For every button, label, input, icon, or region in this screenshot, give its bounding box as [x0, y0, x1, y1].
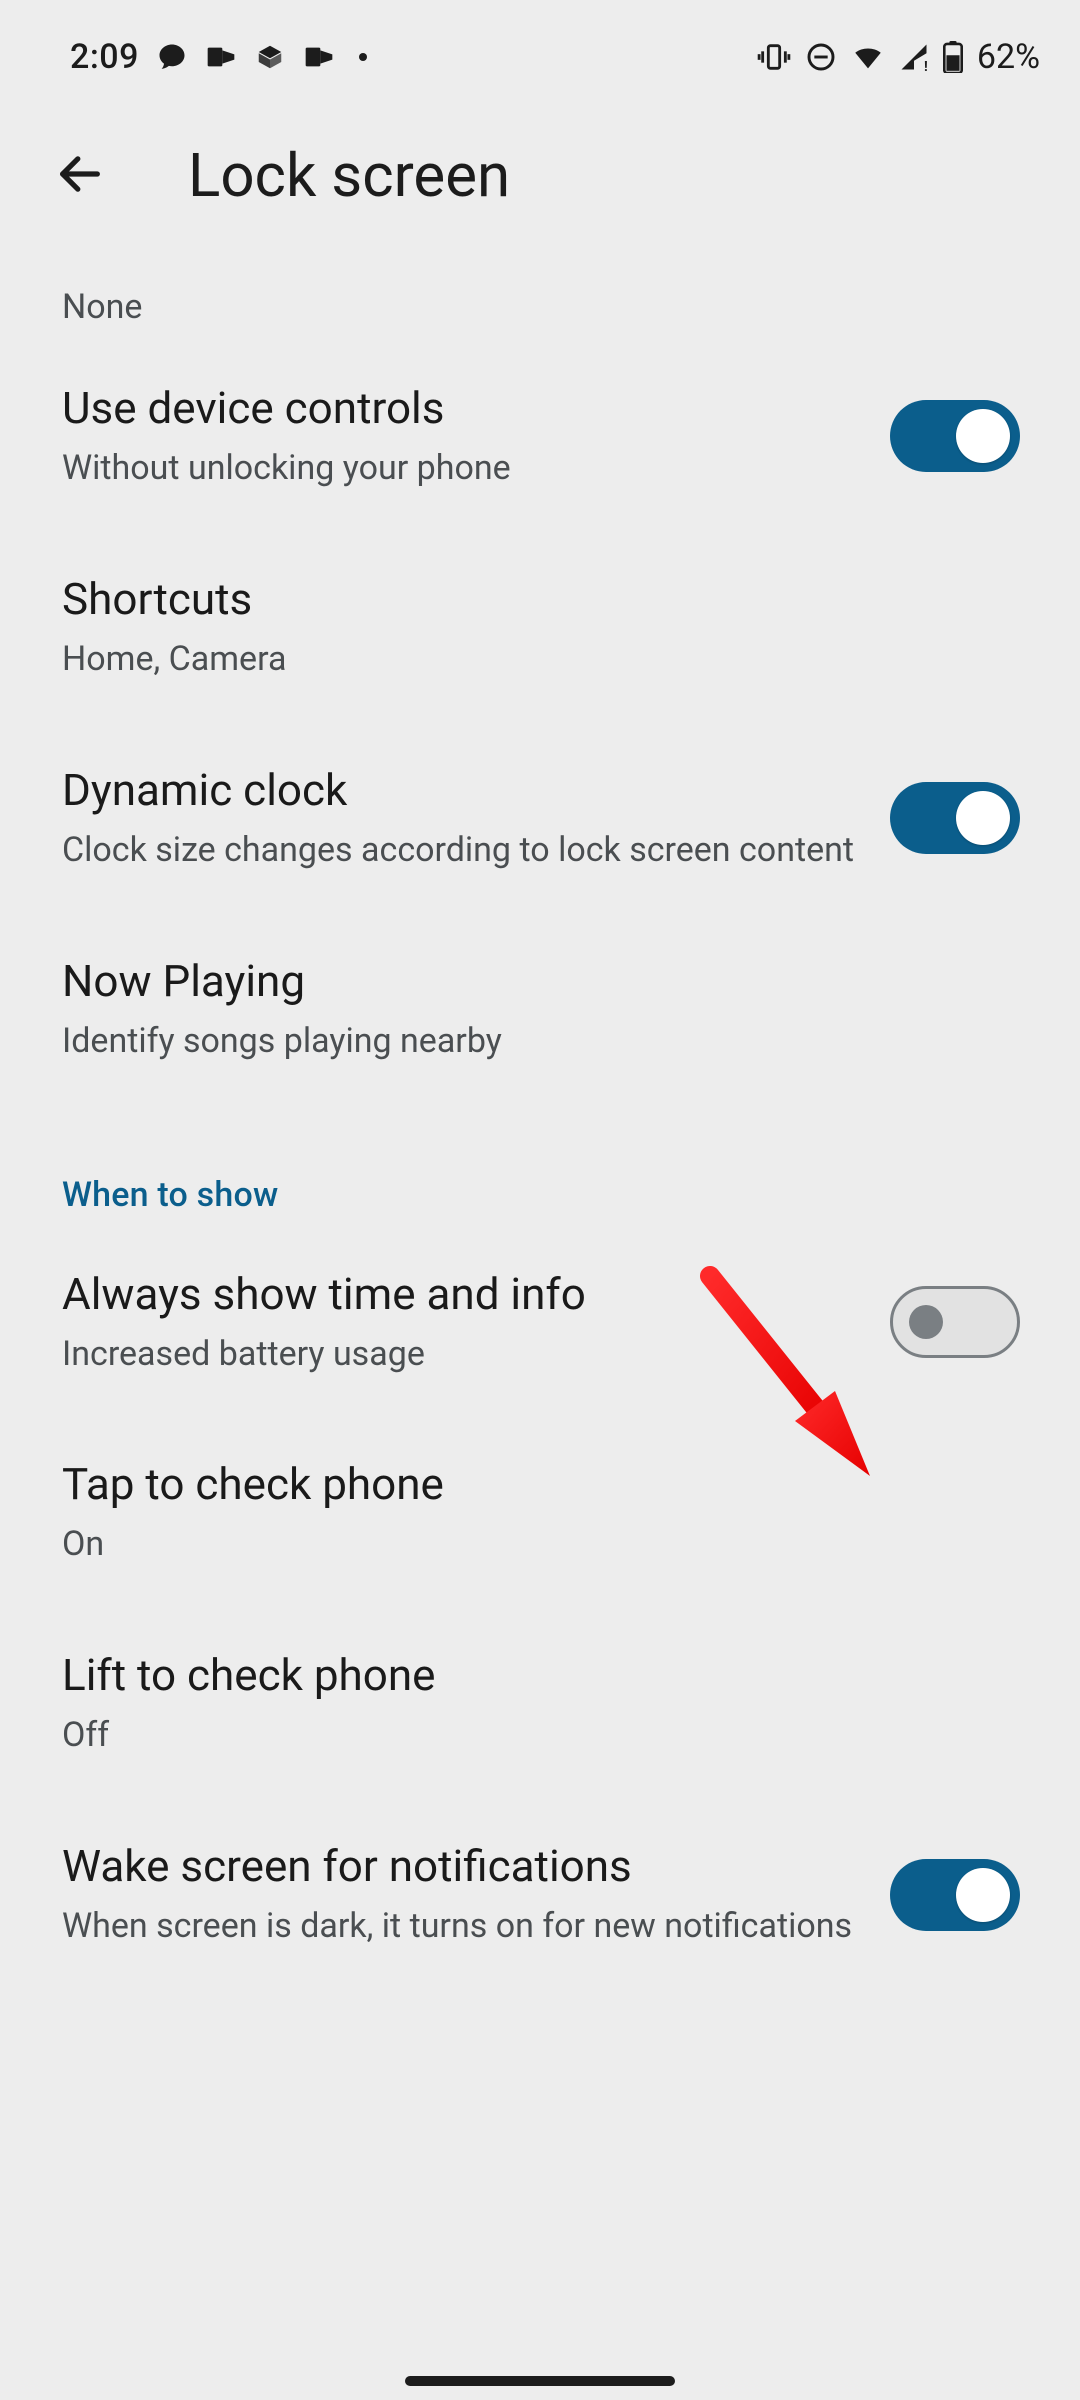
battery-percent: 62% [977, 37, 1040, 77]
item-wake-for-notifications[interactable]: Wake screen for notifications When scree… [0, 1799, 1080, 1990]
item-title: Tap to check phone [62, 1457, 1020, 1512]
status-time: 2:09 [70, 37, 139, 77]
wake-for-notif-toggle[interactable] [890, 1859, 1020, 1931]
signal-icon: ! [899, 42, 929, 72]
item-title: Always show time and info [62, 1267, 860, 1322]
battery-icon [943, 41, 963, 73]
vibrate-icon [757, 40, 791, 74]
status-bar-right: ! 62% [757, 37, 1040, 77]
item-title: Shortcuts [62, 572, 1020, 627]
item-title: Dynamic clock [62, 763, 860, 818]
item-device-controls[interactable]: Use device controls Without unlocking yo… [0, 341, 1080, 532]
item-always-show[interactable]: Always show time and info Increased batt… [0, 1227, 1080, 1418]
dynamic-clock-toggle[interactable] [890, 782, 1020, 854]
chat-bubble-icon [157, 42, 187, 72]
item-shortcuts[interactable]: Shortcuts Home, Camera [0, 532, 1080, 723]
item-subtitle: Identify songs playing nearby [62, 1019, 1020, 1065]
always-show-toggle[interactable] [890, 1286, 1020, 1358]
item-subtitle: Off [62, 1713, 1020, 1759]
item-subtitle: Without unlocking your phone [62, 446, 860, 492]
settings-list: None Use device controls Without unlocki… [0, 267, 1080, 1990]
item-subtitle: Clock size changes according to lock scr… [62, 828, 860, 874]
item-title: Lift to check phone [62, 1648, 1020, 1703]
page-title: Lock screen [188, 140, 510, 211]
dnd-icon [805, 41, 837, 73]
item-title: Use device controls [62, 381, 860, 436]
item-subtitle: On [62, 1522, 1020, 1568]
outlook-icon-2 [303, 41, 335, 73]
nav-handle[interactable] [405, 2376, 675, 2386]
item-lift-to-check[interactable]: Lift to check phone Off [0, 1608, 1080, 1799]
item-tap-to-check[interactable]: Tap to check phone On [0, 1417, 1080, 1608]
item-title: Wake screen for notifications [62, 1839, 860, 1894]
status-bar-left: 2:09 [70, 37, 367, 77]
device-controls-toggle[interactable] [890, 400, 1020, 472]
item-subtitle: Home, Camera [62, 637, 1020, 683]
item-dynamic-clock[interactable]: Dynamic clock Clock size changes accordi… [0, 723, 1080, 914]
svg-text:!: ! [924, 59, 928, 72]
item-subtitle: Increased battery usage [62, 1332, 860, 1378]
item-now-playing[interactable]: Now Playing Identify songs playing nearb… [0, 914, 1080, 1105]
previous-item-subtitle: None [0, 267, 1080, 341]
item-title: Now Playing [62, 954, 1020, 1009]
arrow-back-icon [54, 148, 106, 203]
section-header-when-to-show: When to show [0, 1105, 1080, 1227]
box-icon [255, 42, 285, 72]
item-subtitle: When screen is dark, it turns on for new… [62, 1904, 860, 1950]
app-bar: Lock screen [0, 100, 1080, 267]
status-bar: 2:09 ! 62% [0, 0, 1080, 100]
dot-icon [359, 53, 367, 61]
wifi-icon [851, 40, 885, 74]
outlook-icon [205, 41, 237, 73]
back-button[interactable] [50, 146, 110, 206]
